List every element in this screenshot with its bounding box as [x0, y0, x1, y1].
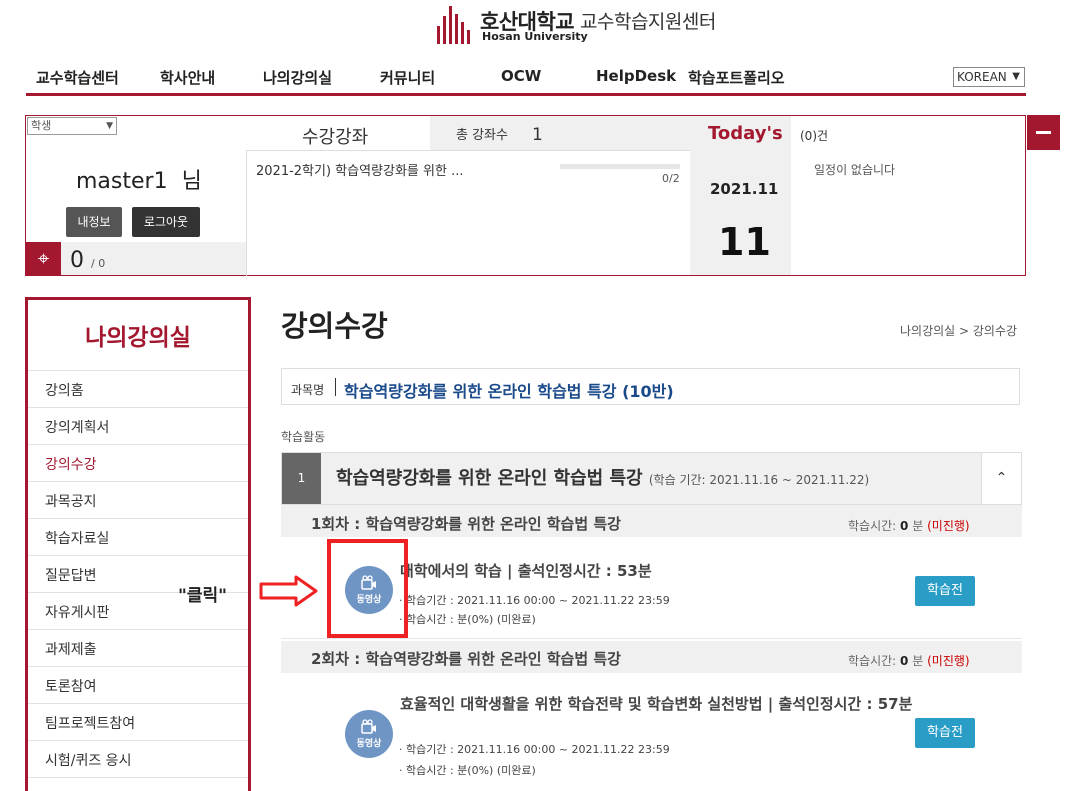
- subject-label: 과목명: [291, 383, 325, 397]
- user-name: master1 님: [76, 163, 202, 195]
- role-value: 학생: [31, 119, 52, 132]
- lesson-study-time: · 학습시간 : 분(0%) (미완료): [399, 764, 536, 777]
- session-time-unit: 분: [912, 519, 924, 533]
- course-list-item[interactable]: 2021-2학기) 학습역량강화를 위한 ...: [256, 160, 463, 179]
- lesson-period: · 학습기간 : 2021.11.16 00:00 ~ 2021.11.22 2…: [399, 594, 670, 607]
- sidebar-item-syllabus[interactable]: 강의계획서: [28, 407, 248, 444]
- lesson-period: · 학습기간 : 2021.11.16 00:00 ~ 2021.11.22 2…: [399, 743, 670, 756]
- video-lesson-label: 동영상: [356, 739, 382, 749]
- click-annotation-label: "클릭": [178, 586, 227, 606]
- week-title: 학습역량강화를 위한 온라인 학습법 특강 (학습 기간: 2021.11.16…: [336, 464, 869, 490]
- language-select[interactable]: KOREAN ▼: [953, 67, 1025, 87]
- sidebar-item-notice[interactable]: 과목공지: [28, 481, 248, 518]
- session-time-label: 학습시간:: [848, 654, 897, 668]
- session-time: 학습시간: 0 분 (미진행): [848, 652, 970, 669]
- divider: [246, 150, 690, 151]
- session-time-unit: 분: [912, 654, 924, 668]
- point-total: / 0: [91, 257, 106, 270]
- arrow-right-icon: [259, 575, 318, 607]
- today-month: 2021.11: [710, 180, 779, 198]
- activity-label: 학습활동: [281, 430, 326, 444]
- chevron-up-icon[interactable]: ⌃: [981, 453, 1021, 504]
- sidebar-item-discussion[interactable]: 토론참여: [28, 666, 248, 703]
- page-title: 강의수강: [281, 309, 388, 343]
- week-period: (학습 기간: 2021.11.16 ~ 2021.11.22): [648, 473, 870, 487]
- schedule-count: (0)건: [800, 129, 829, 143]
- collapse-panel-button[interactable]: [1027, 115, 1060, 150]
- sidebar-item-assignment[interactable]: 과제제출: [28, 629, 248, 666]
- week-title-text: 학습역량강화를 위한 온라인 학습법 특강: [336, 468, 643, 489]
- divider: [281, 638, 1022, 639]
- video-camera-icon: [361, 719, 376, 734]
- breadcrumb: 나의강의실 > 강의수강: [900, 324, 1018, 338]
- user-id: master1: [76, 169, 168, 194]
- sidebar-item-quiz[interactable]: 시험/퀴즈 응시: [28, 740, 248, 777]
- nav-item-academic[interactable]: 학사안내: [160, 67, 215, 88]
- sidebar-item-team-project[interactable]: 팀프로젝트참여: [28, 703, 248, 740]
- logo-english: Hosan University: [482, 30, 588, 43]
- session-time-value: 0: [900, 519, 909, 533]
- global-nav: 교수학습센터 학사안내 나의강의실 커뮤니티 OCW HelpDesk 학습포트…: [26, 62, 1026, 96]
- sidebar-item-materials[interactable]: 학습자료실: [28, 518, 248, 555]
- language-value: KOREAN: [957, 70, 1007, 84]
- nav-item-helpdesk[interactable]: HelpDesk: [596, 67, 676, 85]
- nav-item-portfolio[interactable]: 학습포트폴리오: [688, 67, 785, 88]
- university-logo-icon[interactable]: [437, 6, 471, 44]
- schedule-empty: 일정이 없습니다: [814, 163, 896, 177]
- today-label: Today's: [708, 123, 783, 144]
- my-info-button[interactable]: 내정보: [66, 207, 122, 237]
- course-progress-text: 0/2: [662, 172, 680, 185]
- user-suffix: 님: [181, 169, 202, 194]
- point-value: 0 / 0: [70, 248, 105, 273]
- nav-item-ocw[interactable]: OCW: [501, 67, 541, 85]
- today-day: 11: [718, 220, 771, 264]
- total-courses-label: 총 강좌수: [456, 128, 508, 143]
- logout-button[interactable]: 로그아웃: [132, 207, 200, 237]
- point-current: 0: [70, 248, 84, 273]
- point-icon[interactable]: ⌖: [26, 242, 61, 275]
- lesson-study-time: · 학습시간 : 분(0%) (미완료): [399, 613, 536, 626]
- sidebar-title: 나의강의실: [85, 325, 191, 351]
- courses-title: 수강강좌: [302, 127, 369, 148]
- chevron-down-icon: ▼: [106, 121, 113, 131]
- session-title: 1회차 : 학습역량강화를 위한 온라인 학습법 특강: [311, 515, 621, 533]
- lesson-title[interactable]: 대학에서의 학습 | 출석인정시간 : 53분: [400, 562, 980, 581]
- total-courses-count: 1: [532, 125, 543, 145]
- chevron-down-icon: ▼: [1012, 71, 1020, 82]
- session-time-label: 학습시간:: [848, 519, 897, 533]
- divider: [335, 378, 336, 396]
- sidebar-item-home[interactable]: 강의홈: [28, 370, 248, 407]
- session-title: 2회차 : 학습역량강화를 위한 온라인 학습법 특강: [311, 650, 621, 668]
- study-button[interactable]: 학습전: [915, 718, 975, 748]
- nav-item-my-classroom[interactable]: 나의강의실: [263, 67, 332, 88]
- click-highlight-box: [327, 539, 408, 638]
- subject-name: 학습역량강화를 위한 온라인 학습법 특강 (10반): [344, 382, 674, 401]
- session-time-value: 0: [900, 654, 909, 668]
- role-select[interactable]: 학생 ▼: [27, 117, 117, 135]
- nav-item-center[interactable]: 교수학습센터: [36, 67, 119, 88]
- lesson-title[interactable]: 효율적인 대학생활을 위한 학습전략 및 학습변화 실천방법 | 출석인정시간 …: [400, 695, 980, 714]
- course-progress-bar: [560, 164, 680, 169]
- sidebar-item-lecture[interactable]: 강의수강: [28, 444, 248, 481]
- session-status: (미진행): [927, 654, 970, 668]
- nav-item-community[interactable]: 커뮤니티: [380, 67, 435, 88]
- site-subtitle: 교수학습지원센터: [580, 11, 716, 33]
- session-time: 학습시간: 0 분 (미진행): [848, 517, 970, 534]
- video-lesson-icon[interactable]: 동영상: [345, 710, 393, 758]
- week-number: 1: [282, 453, 321, 504]
- divider: [28, 777, 248, 791]
- study-button[interactable]: 학습전: [915, 576, 975, 606]
- session-status: (미진행): [927, 519, 970, 533]
